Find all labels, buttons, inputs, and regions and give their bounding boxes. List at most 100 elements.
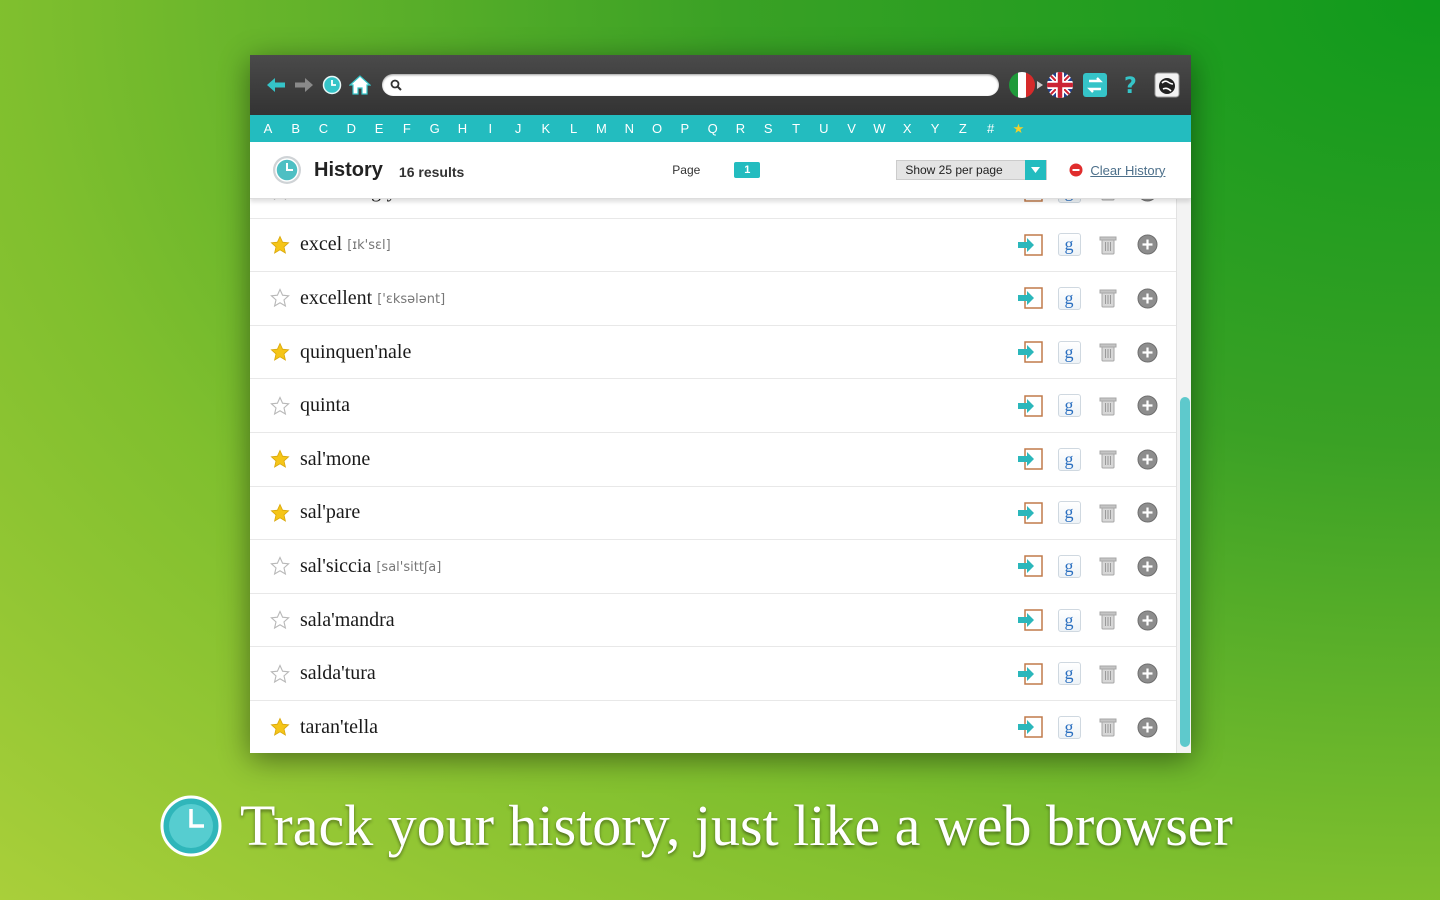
add-icon[interactable] (1134, 500, 1160, 526)
open-entry-icon[interactable] (1017, 393, 1043, 419)
star-empty-icon[interactable] (270, 663, 290, 684)
alphabet-letter[interactable]: I (476, 121, 504, 136)
trash-icon[interactable] (1095, 232, 1121, 258)
search-field[interactable] (382, 74, 999, 96)
row-word[interactable]: quinta (300, 394, 350, 417)
add-icon[interactable] (1134, 714, 1160, 740)
trash-icon[interactable] (1095, 607, 1121, 633)
row-word[interactable]: quinquen'nale (300, 341, 411, 364)
alphabet-letter[interactable]: A (254, 121, 282, 136)
source-language-flag[interactable] (1009, 72, 1035, 98)
history-row[interactable]: quinta g (250, 379, 1176, 433)
trash-icon[interactable] (1095, 661, 1121, 687)
star-filled-icon[interactable] (270, 449, 290, 469)
star-filled-icon[interactable] (270, 342, 290, 362)
alphabet-letter[interactable]: P (671, 121, 699, 136)
google-search-icon[interactable]: g (1056, 500, 1082, 526)
history-row[interactable]: sala'mandra g (250, 594, 1176, 648)
alphabet-letter[interactable]: U (810, 121, 838, 136)
alphabet-letter[interactable]: M (588, 121, 616, 136)
row-word[interactable]: sal'pare (300, 501, 360, 524)
alphabet-letter[interactable]: V (838, 121, 866, 136)
alphabet-letter[interactable]: L (560, 121, 588, 136)
add-icon[interactable] (1134, 607, 1160, 633)
row-word[interactable]: sal'mone (300, 448, 370, 471)
alphabet-letter[interactable]: T (782, 121, 810, 136)
google-search-icon[interactable]: g (1056, 714, 1082, 740)
forward-button[interactable] (290, 71, 318, 99)
history-row[interactable]: excel [ɪk'sɛl] g (250, 219, 1176, 273)
help-button[interactable]: ? (1117, 71, 1145, 99)
alphabet-letter[interactable]: B (282, 121, 310, 136)
alphabet-letter[interactable]: ★ (1005, 121, 1033, 137)
per-page-select[interactable]: Show 25 per page (896, 160, 1048, 180)
alphabet-letter[interactable]: N (615, 121, 643, 136)
google-search-icon[interactable]: g (1056, 285, 1082, 311)
alphabet-letter[interactable]: Z (949, 121, 977, 136)
home-button[interactable] (346, 71, 374, 99)
trash-icon[interactable] (1095, 199, 1121, 204)
google-search-icon[interactable]: g (1056, 661, 1082, 687)
alphabet-letter[interactable]: F (393, 121, 421, 136)
alphabet-letter[interactable]: H (449, 121, 477, 136)
trash-icon[interactable] (1095, 285, 1121, 311)
google-search-icon[interactable]: g (1056, 199, 1082, 204)
open-entry-icon[interactable] (1017, 714, 1043, 740)
google-search-icon[interactable]: g (1056, 339, 1082, 365)
open-entry-icon[interactable] (1017, 553, 1043, 579)
history-row[interactable]: exceedingly [ɪk'si:dɪŋlɪ] g (250, 199, 1176, 219)
add-icon[interactable] (1134, 232, 1160, 258)
trash-icon[interactable] (1095, 339, 1121, 365)
web-search-button[interactable] (1153, 71, 1181, 99)
target-language-flag[interactable] (1047, 72, 1073, 98)
page-number-button[interactable]: 1 (734, 162, 761, 178)
back-button[interactable] (262, 71, 290, 99)
add-icon[interactable] (1134, 446, 1160, 472)
add-icon[interactable] (1134, 199, 1160, 204)
history-row[interactable]: salda'tura g (250, 647, 1176, 701)
open-entry-icon[interactable] (1017, 285, 1043, 311)
alphabet-letter[interactable]: Q (699, 121, 727, 136)
open-entry-icon[interactable] (1017, 199, 1043, 204)
alphabet-letter[interactable]: Y (921, 121, 949, 136)
open-entry-icon[interactable] (1017, 232, 1043, 258)
scrollbar-thumb[interactable] (1180, 397, 1190, 747)
open-entry-icon[interactable] (1017, 661, 1043, 687)
history-row[interactable]: quinquen'nale g (250, 326, 1176, 380)
clear-history-button[interactable]: Clear History (1069, 163, 1165, 178)
alphabet-letter[interactable]: K (532, 121, 560, 136)
history-button[interactable] (318, 71, 346, 99)
row-word[interactable]: salda'tura (300, 662, 376, 685)
history-row[interactable]: sal'pare g (250, 487, 1176, 541)
alphabet-letter[interactable]: S (754, 121, 782, 136)
star-filled-icon[interactable] (270, 717, 290, 737)
search-input[interactable] (406, 77, 991, 93)
add-icon[interactable] (1134, 393, 1160, 419)
row-word[interactable]: sal'siccia (300, 555, 371, 578)
star-empty-icon[interactable] (270, 556, 290, 576)
trash-icon[interactable] (1095, 714, 1121, 740)
history-row[interactable]: taran'tella g (250, 701, 1176, 753)
star-filled-icon[interactable] (270, 235, 290, 255)
row-word[interactable]: exceedingly (300, 199, 397, 203)
alphabet-letter[interactable]: E (365, 121, 393, 136)
history-row[interactable]: excellent ['ɛksələnt] g (250, 272, 1176, 326)
scrollbar[interactable] (1176, 199, 1191, 753)
open-entry-icon[interactable] (1017, 607, 1043, 633)
row-word[interactable]: excel (300, 233, 342, 256)
swap-languages-button[interactable] (1081, 71, 1109, 99)
alphabet-letter[interactable]: R (727, 121, 755, 136)
star-empty-icon[interactable] (270, 610, 290, 630)
open-entry-icon[interactable] (1017, 446, 1043, 472)
row-word[interactable]: sala'mandra (300, 609, 395, 632)
trash-icon[interactable] (1095, 500, 1121, 526)
star-empty-icon[interactable] (270, 395, 290, 416)
alphabet-letter[interactable]: W (866, 121, 894, 136)
alphabet-letter[interactable]: O (643, 121, 671, 136)
google-search-icon[interactable]: g (1056, 232, 1082, 258)
add-icon[interactable] (1134, 661, 1160, 687)
alphabet-letter[interactable]: # (977, 121, 1005, 136)
alphabet-letter[interactable]: J (504, 121, 532, 136)
star-empty-icon[interactable] (270, 288, 290, 308)
google-search-icon[interactable]: g (1056, 607, 1082, 633)
